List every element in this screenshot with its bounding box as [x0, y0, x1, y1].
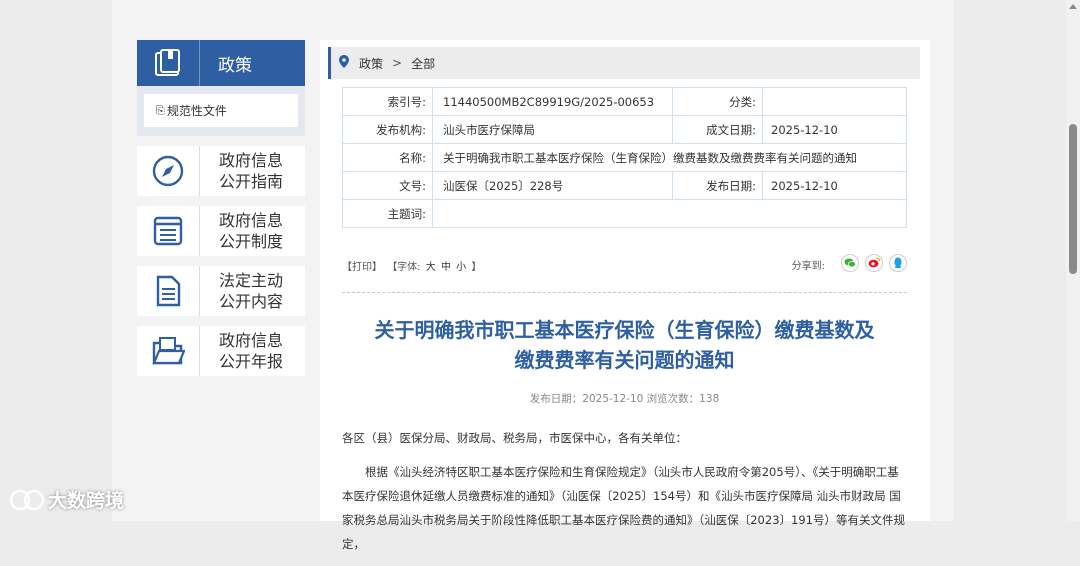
article-title-line2: 缴费费率有关问题的通知	[514, 348, 735, 372]
location-pin-icon	[339, 55, 349, 71]
font-size-label: 【字体:	[387, 262, 421, 273]
card-line2: 公开制度	[219, 232, 284, 251]
article-title: 关于明确我市职工基本医疗保险（生育保险）缴费基数及 缴费费率有关问题的通知	[342, 315, 907, 375]
print-button[interactable]: 【打印】	[342, 262, 382, 273]
card-line1: 政府信息	[219, 331, 284, 350]
list-icon	[137, 206, 200, 256]
sidebar-item-label: 规范性文件	[166, 104, 227, 118]
folder-icon	[137, 326, 200, 376]
compass-icon	[137, 146, 200, 196]
breadcrumb-item-policy[interactable]: 政策	[359, 55, 383, 72]
sidebar-header-policy[interactable]: 政策	[137, 40, 305, 86]
publish-info: 发布日期：2025-12-10 浏览次数：138	[529, 393, 720, 405]
category-label: 分类:	[672, 87, 763, 116]
font-large-button[interactable]: 大	[426, 262, 436, 273]
index-label: 索引号:	[342, 87, 433, 116]
org-label: 发布机构:	[342, 115, 433, 144]
category-value	[762, 87, 907, 116]
sidebar-item-annual-report[interactable]: 政府信息 公开年报	[137, 326, 305, 376]
table-row: 文号: 汕医保〔2025〕228号 发布日期: 2025-12-10	[342, 171, 907, 200]
watermark-text: 大数跨境	[48, 490, 125, 512]
card-line1: 政府信息	[219, 211, 284, 230]
breadcrumb-separator: >	[392, 56, 403, 70]
font-size-close: 】	[471, 262, 482, 273]
date-label: 成文日期:	[672, 115, 763, 144]
card-line2: 公开年报	[219, 352, 284, 371]
weibo-share-icon[interactable]	[865, 253, 883, 272]
pubdate-value: 2025-12-10	[762, 171, 907, 200]
name-value: 关于明确我市职工基本医疗保险（生育保险）缴费基数及缴费费率有关问题的通知	[432, 143, 907, 172]
sidebar-item-disclosure-guide[interactable]: 政府信息 公开指南	[137, 146, 305, 196]
breadcrumb: 政策 > 全部	[328, 47, 920, 79]
card-line2: 公开指南	[219, 172, 284, 191]
table-row: 名称: 关于明确我市职工基本医疗保险（生育保险）缴费基数及缴费费率有关问题的通知	[342, 143, 907, 172]
share-label: 分享到:	[791, 261, 825, 272]
card-line1: 法定主动	[219, 271, 284, 290]
scrollbar[interactable]	[1066, 0, 1080, 521]
name-label: 名称:	[342, 143, 433, 172]
article-paragraph: 各区（县）医保分局、财政局、税务局，市医保中心，各有关单位：	[342, 431, 687, 445]
wechat-share-icon[interactable]	[841, 253, 859, 272]
pubdate-label: 发布日期:	[672, 171, 763, 200]
doc-icon: ⎘	[156, 103, 165, 117]
font-medium-button[interactable]: 中	[441, 262, 451, 273]
scroll-thumb[interactable]	[1069, 124, 1077, 274]
table-row: 索引号: 11440500MB2C89919G/2025-00653 分类:	[342, 87, 907, 116]
date-value: 2025-12-10	[762, 115, 907, 144]
article-body: 各区（县）医保分局、财政局、税务局，市医保中心，各有关单位： 根据《汕头经济特区…	[342, 426, 907, 566]
breadcrumb-item-all[interactable]: 全部	[411, 55, 435, 72]
article-paragraph: 根据《汕头经济特区职工基本医疗保险和生育保险规定》（汕头市人民政府令第205号）…	[342, 465, 905, 551]
org-value: 汕头市医疗保障局	[432, 115, 673, 144]
sidebar-item-normative-docs[interactable]: ⎘ 规范性文件	[144, 94, 298, 127]
keyword-value	[432, 199, 907, 228]
table-row: 发布机构: 汕头市医疗保障局 成文日期: 2025-12-10	[342, 115, 907, 144]
sidebar-header-label: 政策	[218, 55, 252, 76]
sidebar-submenu: ⎘ 规范性文件	[137, 86, 305, 136]
book-icon	[137, 40, 200, 86]
card-line2: 公开内容	[219, 292, 284, 311]
metadata-table: 索引号: 11440500MB2C89919G/2025-00653 分类: 发…	[342, 87, 907, 228]
scroll-up-arrow-icon[interactable]	[1069, 4, 1077, 9]
document-icon	[137, 266, 200, 316]
index-value: 11440500MB2C89919G/2025-00653	[432, 87, 673, 116]
article-toolbar: 【打印】 【字体: 大 中 小 】 分享到:	[342, 253, 907, 273]
font-small-button[interactable]: 小	[456, 262, 466, 273]
watermark-logo-icon	[9, 489, 45, 510]
article-title-line1: 关于明确我市职工基本医疗保险（生育保险）缴费基数及	[374, 318, 875, 342]
table-row: 主题词:	[342, 199, 907, 228]
qq-share-icon[interactable]	[889, 253, 907, 272]
divider	[342, 292, 907, 293]
card-line1: 政府信息	[219, 151, 284, 170]
keyword-label: 主题词:	[342, 199, 433, 228]
docno-value: 汕医保〔2025〕228号	[432, 171, 673, 200]
watermark: 大数跨境	[8, 486, 124, 513]
docno-label: 文号:	[342, 171, 433, 200]
sidebar-item-statutory-content[interactable]: 法定主动 公开内容	[137, 266, 305, 316]
sidebar-item-disclosure-system[interactable]: 政府信息 公开制度	[137, 206, 305, 256]
